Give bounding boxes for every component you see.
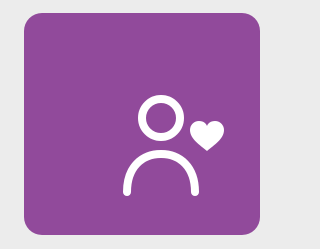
user-shoulders-shape <box>123 149 199 196</box>
heart-shape <box>190 121 224 151</box>
user-heart-icon <box>123 95 224 196</box>
user-favorite-tile[interactable] <box>24 13 260 235</box>
user-head-shape <box>138 95 184 141</box>
